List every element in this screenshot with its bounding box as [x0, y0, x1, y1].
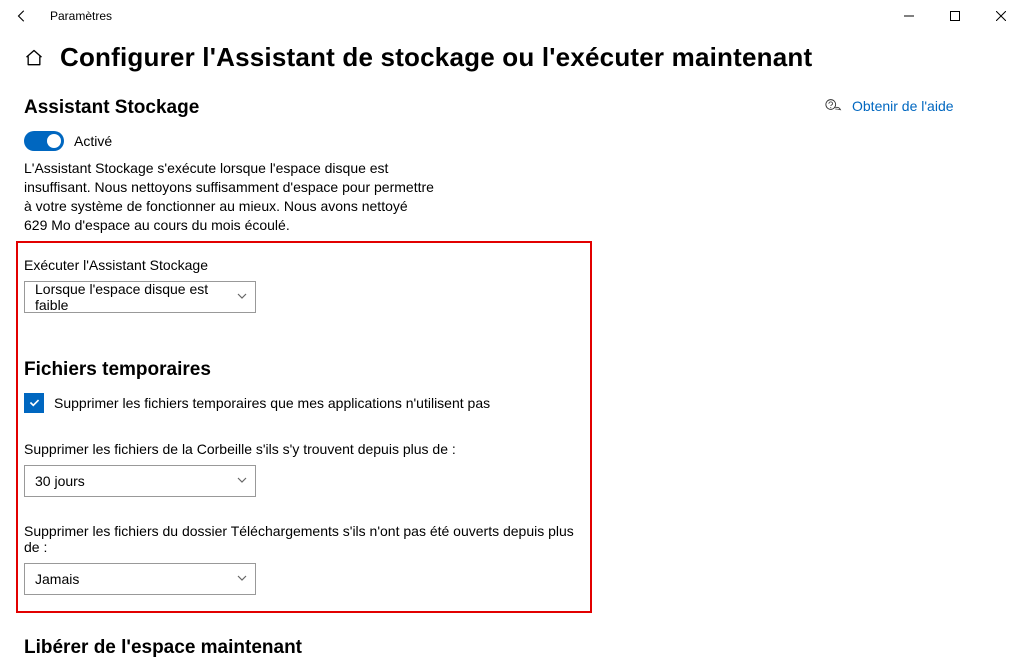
maximize-button[interactable]: [932, 0, 978, 32]
get-help-link[interactable]: Obtenir de l'aide: [852, 98, 954, 114]
help-icon: [824, 97, 842, 115]
close-button[interactable]: [978, 0, 1024, 32]
storage-sense-description: L'Assistant Stockage s'exécute lorsque l…: [24, 159, 434, 235]
home-icon[interactable]: [24, 48, 44, 68]
storage-sense-toggle[interactable]: [24, 131, 64, 151]
storage-sense-title: Assistant Stockage: [24, 97, 584, 119]
free-space-now-title: Libérer de l'espace maintenant: [24, 637, 584, 659]
storage-sense-toggle-label: Activé: [74, 133, 112, 149]
recycle-bin-value: 30 jours: [35, 473, 85, 489]
delete-temp-checkbox-label: Supprimer les fichiers temporaires que m…: [54, 395, 490, 411]
chevron-down-icon: [237, 573, 247, 585]
downloads-label: Supprimer les fichiers du dossier Téléch…: [24, 523, 584, 555]
delete-temp-checkbox-row: Supprimer les fichiers temporaires que m…: [24, 393, 584, 413]
back-button[interactable]: [8, 2, 36, 30]
chevron-down-icon: [237, 291, 247, 303]
run-storage-sense-value: Lorsque l'espace disque est faible: [35, 281, 237, 313]
run-storage-sense-select[interactable]: Lorsque l'espace disque est faible: [24, 281, 256, 313]
window-title: Paramètres: [50, 9, 112, 23]
titlebar: Paramètres: [0, 0, 1024, 32]
run-storage-sense-label: Exécuter l'Assistant Stockage: [24, 257, 584, 273]
storage-sense-toggle-row: Activé: [24, 131, 584, 151]
page-header: Configurer l'Assistant de stockage ou l'…: [24, 42, 1000, 73]
downloads-select[interactable]: Jamais: [24, 563, 256, 595]
delete-temp-checkbox[interactable]: [24, 393, 44, 413]
page-title: Configurer l'Assistant de stockage ou l'…: [60, 42, 812, 73]
get-help-row: Obtenir de l'aide: [824, 97, 1000, 115]
window-controls: [886, 0, 1024, 32]
downloads-value: Jamais: [35, 571, 79, 587]
recycle-bin-label: Supprimer les fichiers de la Corbeille s…: [24, 441, 584, 457]
highlighted-section: Exécuter l'Assistant Stockage Lorsque l'…: [16, 241, 592, 613]
temp-files-title: Fichiers temporaires: [24, 359, 584, 381]
toggle-knob: [47, 134, 61, 148]
recycle-bin-select[interactable]: 30 jours: [24, 465, 256, 497]
content: Configurer l'Assistant de stockage ou l'…: [0, 32, 1024, 659]
chevron-down-icon: [237, 475, 247, 487]
minimize-button[interactable]: [886, 0, 932, 32]
